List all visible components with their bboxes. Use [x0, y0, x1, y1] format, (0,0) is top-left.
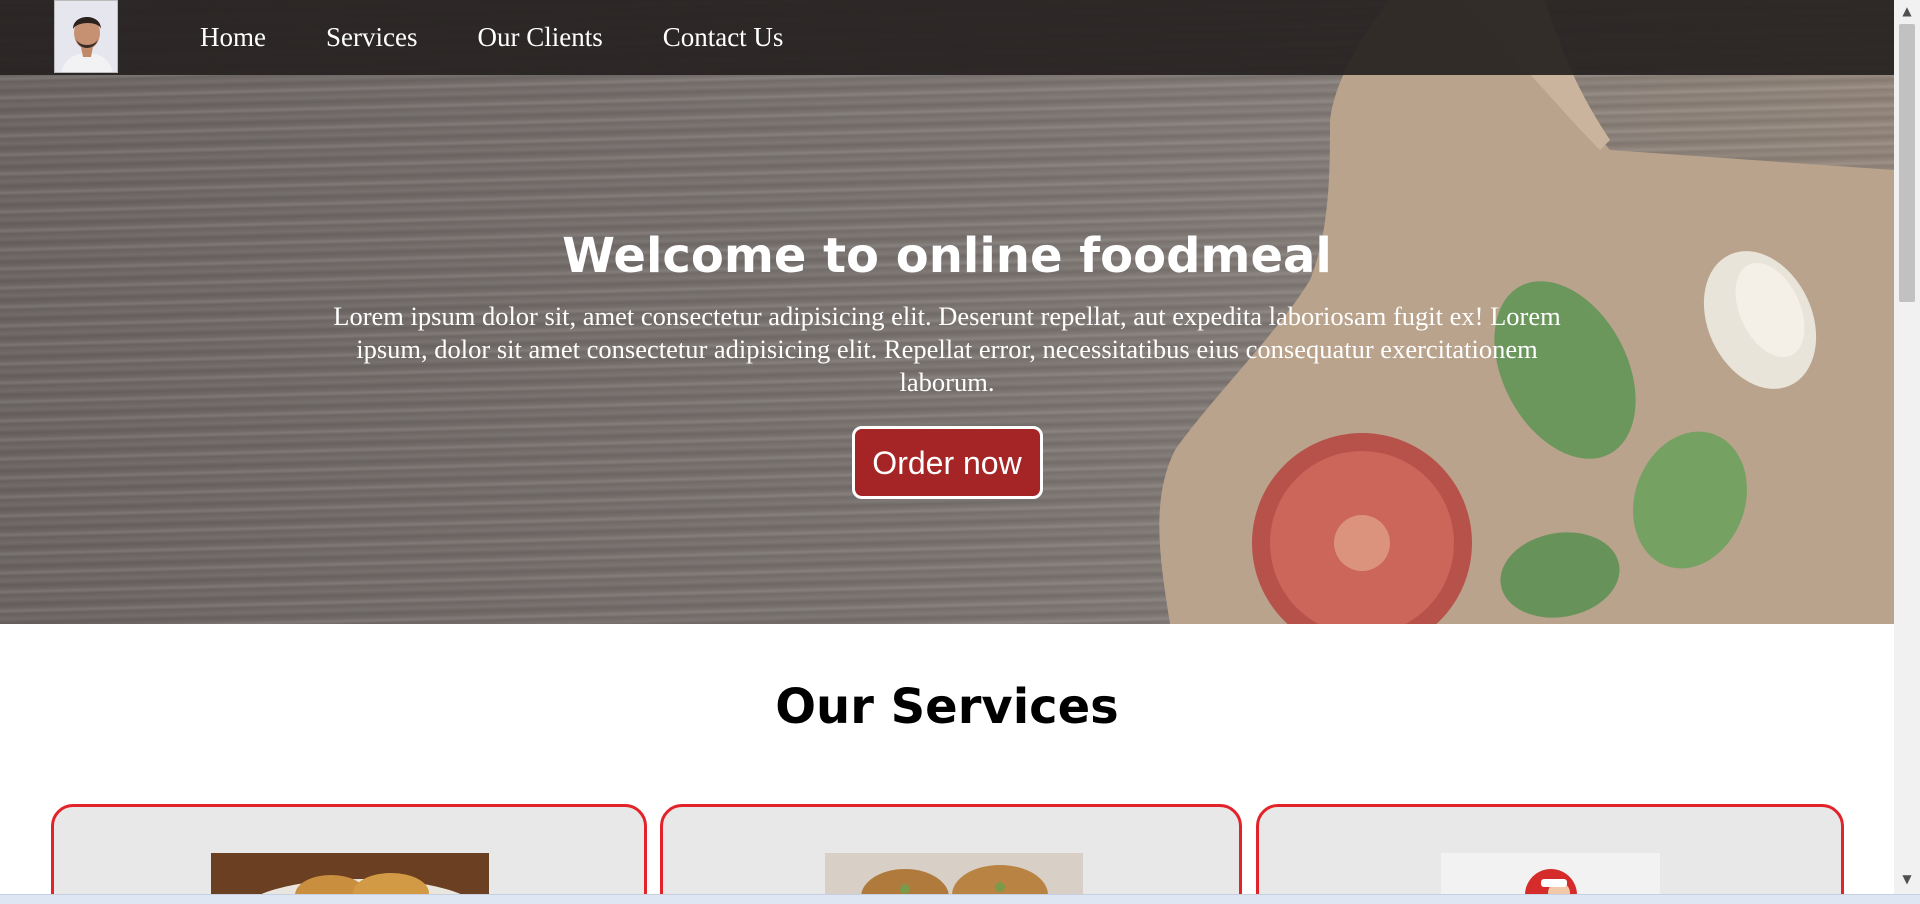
scroll-up-icon[interactable]: ▲ — [1894, 0, 1920, 22]
hero-content: Welcome to online foodmeal Lorem ipsum d… — [0, 224, 1894, 499]
nav-link-home[interactable]: Home — [200, 19, 266, 55]
vertical-scrollbar[interactable]: ▲ ▼ — [1894, 0, 1920, 904]
service-card[interactable] — [51, 804, 647, 904]
avatar-image — [55, 1, 117, 72]
services-title: Our Services — [775, 679, 1119, 735]
scroll-thumb[interactable] — [1899, 24, 1915, 302]
hero-description: Lorem ipsum dolor sit, amet consectetur … — [333, 301, 1561, 397]
taskbar-strip — [0, 894, 1920, 904]
hero-section: Welcome to online foodmeal Lorem ipsum d… — [0, 0, 1894, 624]
nav-link-our-clients[interactable]: Our Clients — [477, 19, 602, 55]
nav-link-services[interactable]: Services — [326, 19, 417, 55]
scroll-down-icon[interactable]: ▼ — [1894, 868, 1920, 890]
hero-title: Welcome to online foodmeal — [562, 228, 1332, 284]
nav-link-contact-us[interactable]: Contact Us — [663, 19, 784, 55]
service-card[interactable] — [660, 804, 1242, 904]
service-card[interactable] — [1256, 804, 1844, 904]
order-now-button[interactable]: Order now — [851, 426, 1043, 499]
navbar: Home Services Our Clients Contact Us — [0, 0, 1894, 75]
nav-links: Home Services Our Clients Contact Us — [200, 19, 843, 55]
page: Welcome to online foodmeal Lorem ipsum d… — [0, 0, 1894, 904]
logo-avatar[interactable] — [54, 0, 118, 73]
